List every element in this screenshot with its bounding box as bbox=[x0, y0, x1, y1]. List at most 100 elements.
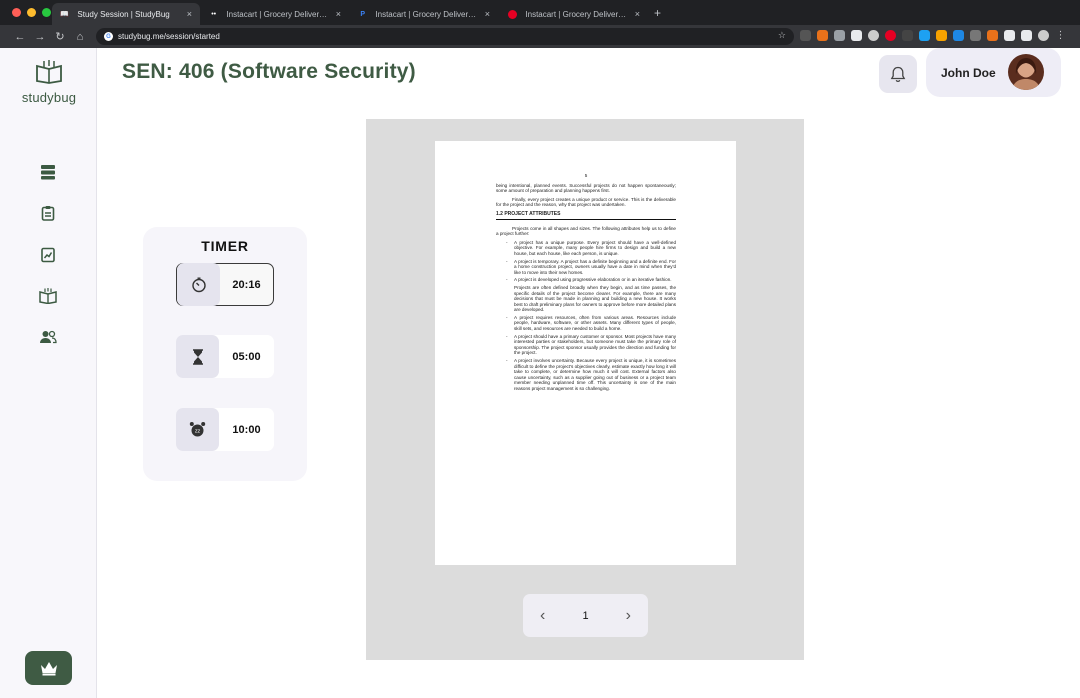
instacart-favicon-icon: •• bbox=[211, 10, 217, 18]
pinterest-favicon-icon bbox=[508, 9, 518, 19]
browser-chrome: 📖 Study Session | StudyBug × •• Instacar… bbox=[0, 0, 1080, 48]
list-item: A project requires resources, often from… bbox=[506, 315, 676, 332]
bell-icon bbox=[890, 66, 906, 82]
sidebar: studybug bbox=[0, 48, 97, 698]
tab-instacart-3[interactable]: Instacart | Grocery Delivery or Pickup × bbox=[500, 3, 648, 25]
logo-text: studybug bbox=[21, 90, 77, 105]
profile-icon[interactable] bbox=[868, 30, 879, 41]
puzzle-icon[interactable] bbox=[834, 30, 845, 41]
tab-strip: 📖 Study Session | StudyBug × •• Instacar… bbox=[0, 0, 1080, 25]
page-pagination: ‹ 1 › bbox=[523, 594, 648, 637]
paragraph: Finally, every project creates a unique … bbox=[496, 196, 676, 208]
tab-title: Instacart | Grocery Delivery or Pickup bbox=[226, 9, 330, 19]
timer-option-elapsed[interactable]: 20:16 bbox=[176, 263, 274, 306]
sidebar-item-sessions[interactable] bbox=[38, 162, 58, 182]
open-book-icon bbox=[39, 288, 57, 304]
maximize-window-button[interactable] bbox=[42, 8, 51, 17]
browser-toolbar: ← → ↻ ⌂ G studybug.me/session/started ☆ … bbox=[0, 25, 1080, 48]
home-icon[interactable]: ⌂ bbox=[70, 31, 90, 43]
url-text: studybug.me/session/started bbox=[118, 32, 220, 41]
tab-studybug[interactable]: 📖 Study Session | StudyBug × bbox=[52, 3, 200, 25]
list-item: A project involves uncertainty. Because … bbox=[506, 358, 676, 392]
timer-panel: TIMER 20:16 05:00 zz 10:00 bbox=[143, 227, 307, 481]
forward-arrow-icon[interactable]: → bbox=[30, 31, 50, 43]
close-window-button[interactable] bbox=[12, 8, 21, 17]
amazon-icon[interactable] bbox=[936, 30, 947, 41]
attribute-list: A project has a unique purpose. Every pr… bbox=[496, 240, 676, 392]
book-logo-icon bbox=[18, 60, 80, 90]
extension-icon[interactable] bbox=[970, 30, 981, 41]
chevron-left-icon[interactable]: ‹ bbox=[540, 607, 545, 625]
close-tab-icon[interactable]: × bbox=[336, 9, 341, 19]
users-icon bbox=[40, 330, 57, 344]
stopwatch-icon bbox=[177, 263, 220, 306]
list-item: A project should have a primary customer… bbox=[506, 334, 676, 356]
timer-option-short-break[interactable]: 05:00 bbox=[176, 335, 274, 378]
sidebar-item-friends[interactable] bbox=[38, 327, 58, 347]
reading-list-icon[interactable] bbox=[1021, 30, 1032, 41]
paragraph: being intentional, planned events. Succe… bbox=[496, 182, 676, 194]
list-item: A project has a unique purpose. Every pr… bbox=[506, 240, 676, 257]
close-tab-icon[interactable]: × bbox=[485, 9, 490, 19]
reload-icon[interactable]: ↻ bbox=[50, 30, 70, 43]
current-page-number: 1 bbox=[582, 609, 589, 622]
twitter-icon[interactable] bbox=[919, 30, 930, 41]
timer-value: 05:00 bbox=[232, 350, 261, 363]
user-profile-button[interactable]: John Doe bbox=[926, 48, 1061, 97]
svg-text:zz: zz bbox=[195, 428, 201, 434]
tab-title: Instacart | Grocery Delivery or Pickup bbox=[525, 9, 629, 19]
extension-icon[interactable] bbox=[800, 30, 811, 41]
chevron-right-icon[interactable]: › bbox=[626, 607, 631, 625]
tab-title: Instacart | Grocery Delivery or Pickup bbox=[375, 9, 479, 19]
sidebar-toggle-icon[interactable] bbox=[851, 30, 862, 41]
bookmark-star-icon[interactable]: ☆ bbox=[778, 30, 786, 41]
alarm-icon: zz bbox=[176, 408, 219, 451]
document-page[interactable]: 5 being intentional, planned events. Suc… bbox=[435, 141, 736, 565]
window-controls bbox=[12, 8, 51, 17]
section-heading: 1.2 PROJECT ATTRIBUTES bbox=[496, 211, 676, 220]
close-tab-icon[interactable]: × bbox=[187, 9, 192, 19]
sidebar-item-tasks[interactable] bbox=[38, 203, 58, 223]
user-name: John Doe bbox=[941, 65, 996, 80]
sidebar-item-library[interactable] bbox=[38, 286, 58, 306]
address-bar[interactable]: G studybug.me/session/started ☆ bbox=[96, 28, 794, 45]
paragraph: Projects are often defined broadly when … bbox=[514, 284, 676, 313]
extensions-area: ⋮ bbox=[800, 30, 1066, 41]
premium-button[interactable] bbox=[25, 651, 72, 685]
back-arrow-icon[interactable]: ← bbox=[10, 31, 30, 43]
close-tab-icon[interactable]: × bbox=[635, 9, 640, 19]
document-text: 5 being intentional, planned events. Suc… bbox=[496, 173, 676, 394]
list-item: A project is temporary. A project has a … bbox=[506, 259, 676, 276]
puzzle-icon[interactable] bbox=[1004, 30, 1015, 41]
paragraph: Projects come in all shapes and sizes. T… bbox=[496, 225, 676, 237]
timer-option-alarm[interactable]: zz 10:00 bbox=[176, 408, 274, 451]
minimize-window-button[interactable] bbox=[27, 8, 36, 17]
new-tab-button[interactable]: + bbox=[654, 6, 661, 20]
page-title: SEN: 406 (Software Security) bbox=[122, 60, 416, 83]
clipboard-icon bbox=[41, 206, 55, 221]
stack-icon bbox=[41, 165, 55, 180]
studybug-logo[interactable]: studybug bbox=[18, 60, 80, 105]
pinterest-icon[interactable] bbox=[885, 30, 896, 41]
timer-heading: TIMER bbox=[201, 238, 249, 254]
document-viewer: 5 being intentional, planned events. Suc… bbox=[366, 119, 804, 660]
account-avatar-icon[interactable] bbox=[1038, 30, 1049, 41]
extension-icon[interactable] bbox=[817, 30, 828, 41]
metamask-icon[interactable] bbox=[987, 30, 998, 41]
studybug-favicon-icon: 📖 bbox=[60, 11, 70, 18]
chart-icon bbox=[41, 247, 55, 263]
hourglass-icon bbox=[176, 335, 219, 378]
page-number: 5 bbox=[584, 173, 588, 178]
extension-icon[interactable] bbox=[902, 30, 913, 41]
google-icon: G bbox=[104, 32, 113, 41]
list-item: A project is developed using progressive… bbox=[506, 277, 676, 283]
crown-icon bbox=[40, 662, 57, 676]
timer-value: 20:16 bbox=[232, 278, 261, 291]
tab-instacart-1[interactable]: •• Instacart | Grocery Delivery or Picku… bbox=[201, 3, 349, 25]
paypal-icon[interactable] bbox=[953, 30, 964, 41]
tab-instacart-2[interactable]: P Instacart | Grocery Delivery or Pickup… bbox=[350, 3, 498, 25]
menu-kebab-icon[interactable]: ⋮ bbox=[1055, 30, 1066, 41]
notifications-button[interactable] bbox=[879, 55, 917, 93]
sidebar-item-stats[interactable] bbox=[38, 245, 58, 265]
avatar bbox=[1008, 54, 1044, 90]
